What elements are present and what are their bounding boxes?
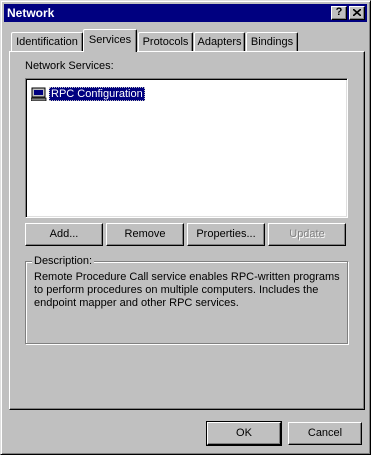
tab-bindings[interactable]: Bindings — [246, 32, 298, 52]
title-bar[interactable]: Network ? — [4, 4, 367, 22]
list-item[interactable]: RPC Configuration — [31, 86, 145, 102]
properties-button-label: Properties... — [196, 228, 256, 240]
description-group: Description: Remote Procedure Call servi… — [25, 254, 348, 344]
tab-label: Services — [88, 34, 132, 46]
close-button[interactable] — [349, 6, 365, 20]
cancel-button[interactable]: Cancel — [288, 422, 362, 445]
help-button[interactable]: ? — [331, 6, 347, 20]
ok-button-label: OK — [236, 427, 252, 439]
add-button-label: Add... — [49, 228, 79, 240]
network-dialog: Network ? Identification Services Protoc… — [0, 0, 371, 455]
tab-identification[interactable]: Identification — [11, 32, 83, 52]
window-title: Network — [7, 6, 55, 20]
remove-button[interactable]: Remove — [106, 223, 184, 246]
network-services-label: Network Services: — [25, 60, 114, 72]
tab-label: Protocols — [142, 36, 189, 48]
list-item-label: RPC Configuration — [49, 87, 145, 101]
tab-adapters[interactable]: Adapters — [194, 32, 245, 52]
tab-label: Identification — [16, 36, 78, 48]
cancel-button-label: Cancel — [307, 427, 343, 439]
description-label: Description: — [32, 254, 95, 268]
add-button[interactable]: Add... — [25, 223, 103, 246]
description-text: Remote Procedure Call service enables RP… — [34, 271, 340, 309]
remove-button-label: Remove — [124, 228, 166, 240]
ok-button[interactable]: OK — [206, 421, 282, 446]
update-button-label: Update — [289, 228, 325, 240]
tab-protocols[interactable]: Protocols — [138, 32, 193, 52]
tab-label: Bindings — [250, 36, 294, 48]
update-button[interactable]: Update — [268, 223, 346, 246]
help-icon: ? — [335, 6, 343, 18]
network-services-list[interactable]: RPC Configuration — [25, 78, 348, 218]
close-icon — [353, 9, 361, 16]
tab-services[interactable]: Services — [83, 29, 137, 52]
network-service-icon — [31, 87, 47, 101]
tab-label: Adapters — [197, 36, 242, 48]
properties-button[interactable]: Properties... — [187, 223, 265, 246]
